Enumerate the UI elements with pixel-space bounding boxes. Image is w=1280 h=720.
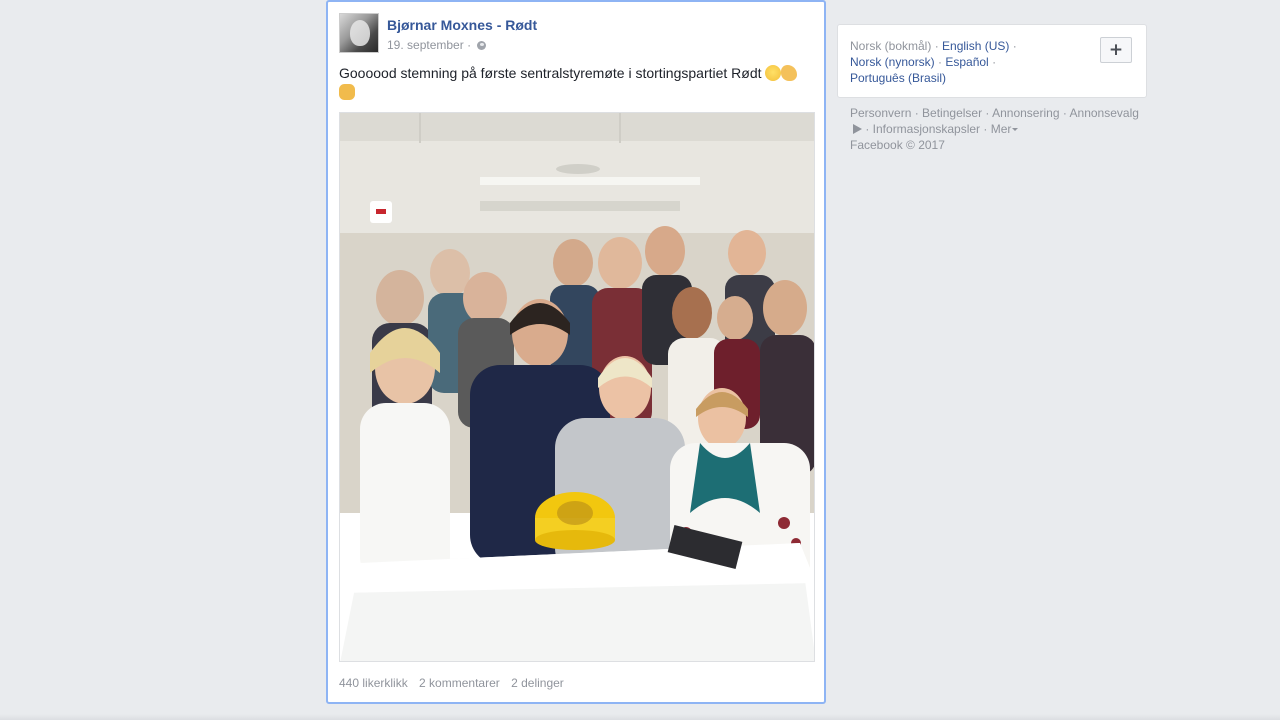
footer-link-betingelser[interactable]: Betingelser: [922, 106, 982, 120]
bottom-shadow-bar: [0, 714, 1280, 720]
language-link-english-us[interactable]: English (US): [942, 39, 1009, 53]
language-link-norsk-nynorsk[interactable]: Norsk (nynorsk): [850, 55, 935, 69]
author-name-link[interactable]: Bjørnar Moxnes - Rødt: [387, 17, 537, 33]
post-header: Bjørnar Moxnes - Rødt 19. september ·: [339, 13, 813, 55]
language-link-espanol[interactable]: Español: [945, 55, 988, 69]
post-meta: 19. september ·: [387, 38, 487, 52]
flexed-biceps-icon: [781, 65, 798, 81]
footer-link-annonsering[interactable]: Annonsering: [992, 106, 1059, 120]
raised-fist-icon: [339, 84, 355, 100]
footer-links: Personvern · Betingelser · Annonsering ·…: [850, 106, 1139, 152]
globe-icon[interactable]: [477, 41, 487, 50]
caret-down-icon[interactable]: [1012, 128, 1019, 131]
author-avatar[interactable]: [339, 13, 379, 53]
footer-link-annonsevalg[interactable]: Annonsevalg: [1070, 106, 1139, 120]
post-card: Bjørnar Moxnes - Rødt 19. september · Go…: [326, 0, 826, 704]
copyright-text: Facebook © 2017: [850, 138, 945, 152]
avatar-face: [350, 20, 370, 46]
language-selector-card: Norsk (bokmål) · English (US) · Norsk (n…: [837, 24, 1147, 98]
language-list: Norsk (bokmål) · English (US) · Norsk (n…: [850, 39, 1017, 85]
language-link-portugues-brasil[interactable]: Português (Brasil): [850, 71, 946, 85]
shares-count-link[interactable]: 2 delinger: [511, 676, 564, 690]
group-photo-illustration: [340, 113, 814, 661]
footer-link-personvern[interactable]: Personvern: [850, 106, 911, 120]
current-language: Norsk (bokmål): [850, 39, 932, 53]
post-stats: 440 likerklikk 2 kommentarer 2 delinger: [339, 676, 572, 690]
post-date[interactable]: 19. september: [387, 38, 464, 52]
likes-count-link[interactable]: 440 likerklikk: [339, 676, 408, 690]
smiling-face-icon: [765, 65, 782, 81]
comments-count-link[interactable]: 2 kommentarer: [419, 676, 500, 690]
add-language-button[interactable]: +: [1100, 37, 1132, 63]
footer-link-informasjonskapsler[interactable]: Informasjonskapsler: [873, 122, 980, 136]
post-text-content: Goooood stemning på første sentralstyrem…: [339, 65, 762, 81]
post-text: Goooood stemning på første sentralstyrem…: [339, 64, 811, 102]
adchoices-icon[interactable]: [853, 124, 862, 134]
footer-link-mer[interactable]: Mer: [991, 122, 1012, 136]
post-photo[interactable]: [339, 112, 815, 662]
meta-separator: ·: [467, 38, 472, 52]
